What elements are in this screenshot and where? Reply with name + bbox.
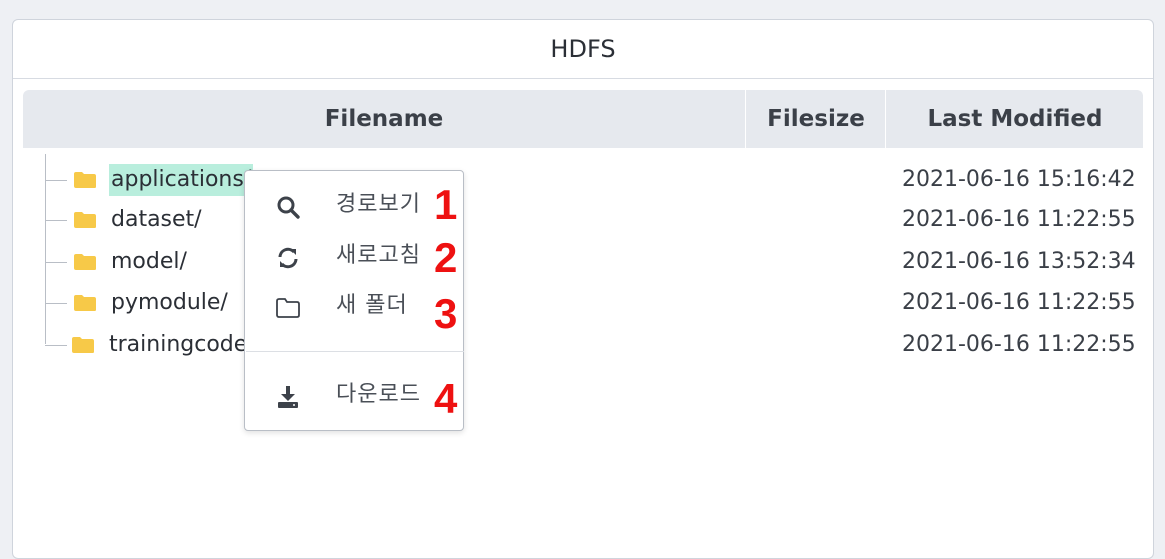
menu-item-label: 새로고침: [336, 243, 421, 268]
table-row[interactable]: applications/ 2021-06-16 15:16:42: [23, 160, 1143, 200]
refresh-icon: [278, 247, 298, 269]
folder-icon: [74, 295, 96, 311]
row-modified: 2021-06-16 13:52:34: [902, 249, 1136, 274]
folder-outline-icon: [276, 298, 300, 318]
row-modified: 2021-06-16 11:22:55: [902, 332, 1136, 357]
folder-icon: [72, 337, 94, 353]
column-header-last-modified[interactable]: Last Modified: [885, 90, 1144, 148]
menu-item-label: 다운로드: [336, 382, 421, 407]
menu-item-label: 경로보기: [336, 192, 421, 217]
tree-branch: [45, 220, 67, 221]
folder-icon: [74, 254, 96, 270]
folder-icon: [74, 212, 96, 228]
folder-icon: [74, 172, 96, 188]
tree-branch: [45, 180, 67, 181]
row-filename[interactable]: dataset/: [109, 204, 204, 236]
tree-branch: [45, 345, 67, 346]
search-icon: [277, 196, 300, 219]
menu-divider: [246, 351, 464, 352]
file-grid: Filename Filesize Last Modified applicat…: [23, 90, 1143, 510]
tree-branch: [45, 303, 67, 304]
row-filename[interactable]: applications/: [109, 164, 254, 196]
column-header-filename[interactable]: Filename: [23, 90, 745, 148]
annotation-marker-1: 1: [434, 181, 458, 228]
row-filename[interactable]: trainingcode: [107, 329, 249, 361]
context-menu: 경로보기 새로고침 새 폴더 다운로드: [244, 170, 464, 431]
annotation-marker-3: 3: [434, 290, 458, 337]
menu-item-refresh[interactable]: 새로고침: [245, 233, 463, 281]
menu-item-download[interactable]: 다운로드: [245, 372, 463, 420]
table-row[interactable]: model/ 2021-06-16 13:52:34: [23, 242, 1143, 282]
download-icon: [278, 386, 298, 408]
annotation-marker-4: 4: [434, 375, 458, 422]
table-row[interactable]: pymodule/ 2021-06-16 11:22:55: [23, 283, 1143, 323]
tree-branch: [45, 262, 67, 263]
menu-item-new-folder[interactable]: 새 폴더: [245, 283, 463, 331]
annotation-marker-2: 2: [434, 234, 458, 281]
row-filename[interactable]: pymodule/: [109, 287, 230, 319]
row-modified: 2021-06-16 11:22:55: [902, 207, 1136, 232]
table-row[interactable]: dataset/ 2021-06-16 11:22:55: [23, 200, 1143, 240]
menu-item-label: 새 폴더: [336, 293, 408, 318]
menu-item-view-path[interactable]: 경로보기: [245, 182, 463, 230]
row-modified: 2021-06-16 15:16:42: [902, 167, 1136, 192]
grid-header: Filename Filesize Last Modified: [23, 90, 1143, 148]
row-modified: 2021-06-16 11:22:55: [902, 290, 1136, 315]
table-row[interactable]: trainingcode 2021-06-16 11:22:55: [23, 325, 1143, 365]
column-header-filesize[interactable]: Filesize: [745, 90, 886, 148]
panel-title: HDFS: [13, 20, 1153, 79]
row-filename[interactable]: model/: [109, 246, 189, 278]
